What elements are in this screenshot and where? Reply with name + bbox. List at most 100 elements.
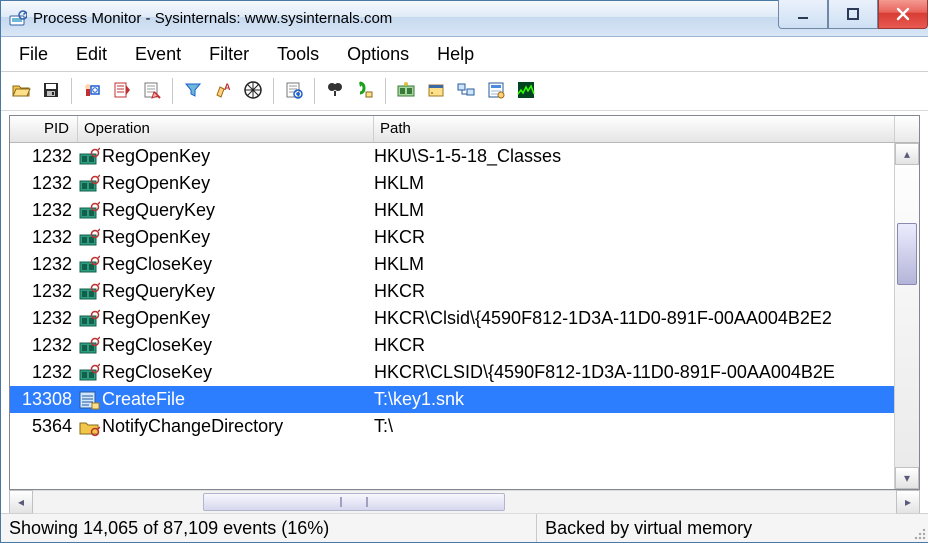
scroll-right-button[interactable]: ▸ <box>896 490 920 514</box>
operation-label: RegQueryKey <box>102 197 215 224</box>
include-process-icon <box>284 80 304 103</box>
table-row[interactable]: 1232RegOpenKeyHKCR\Clsid\{4590F812-1D3A-… <box>10 305 894 332</box>
scroll-left-button[interactable]: ◂ <box>9 490 33 514</box>
filesystem-icon <box>426 80 446 103</box>
toolbar-highlight-button[interactable]: A <box>209 77 237 105</box>
table-row[interactable]: 1232RegOpenKeyHKCR <box>10 224 894 251</box>
titlebar[interactable]: Process Monitor - Sysinternals: www.sysi… <box>1 1 928 37</box>
registry-event-icon <box>78 173 100 195</box>
cell-operation: RegQueryKey <box>78 197 374 224</box>
table-row[interactable]: 1232RegOpenKeyHKLM <box>10 170 894 197</box>
cell-pid: 13308 <box>10 386 78 413</box>
menu-file[interactable]: File <box>5 40 62 69</box>
profiling-icon <box>516 80 536 103</box>
operation-label: RegCloseKey <box>102 251 212 278</box>
operation-label: CreateFile <box>102 386 185 413</box>
event-listview: PID Operation Path 1232 RegOpenKey HKU\S-1… <box>9 115 920 490</box>
cell-path: T:\key1.snk <box>374 386 894 413</box>
cell-operation: RegOpenKey <box>78 305 374 332</box>
table-row[interactable]: 1232RegCloseKeyHKCR <box>10 332 894 359</box>
toolbar-filter-button[interactable] <box>179 77 207 105</box>
toolbar-open-button[interactable] <box>7 77 35 105</box>
cell-pid: 1232 <box>10 170 78 197</box>
toolbar-include-process-button[interactable] <box>280 77 308 105</box>
cell-pid: 1232 <box>10 251 78 278</box>
filter-icon <box>183 80 203 103</box>
table-row[interactable]: 13308 CreateFile T:\key1.snk <box>10 386 894 413</box>
toolbar-capture-button[interactable] <box>78 77 106 105</box>
cell-operation: CreateFile <box>78 386 374 413</box>
maximize-button[interactable] <box>828 0 878 29</box>
cell-operation: RegOpenKey <box>78 170 374 197</box>
vertical-scroll-thumb[interactable] <box>897 223 917 285</box>
cell-pid: 1232 <box>10 143 78 170</box>
toolbar-show-network-button[interactable] <box>452 77 480 105</box>
table-row[interactable]: 5364NotifyChangeDirectoryT:\ <box>10 413 894 440</box>
menu-help[interactable]: Help <box>423 40 488 69</box>
toolbar-separator <box>385 78 386 104</box>
menu-filter[interactable]: Filter <box>195 40 263 69</box>
process-icon <box>486 80 506 103</box>
column-header-path[interactable]: Path <box>374 116 895 142</box>
registry-icon <box>396 80 416 103</box>
jump-to-icon <box>355 80 375 103</box>
table-row[interactable]: 1232 RegOpenKey HKU\S-1-5-18_Classes <box>10 143 894 170</box>
svg-text:A: A <box>224 82 231 92</box>
cell-operation: RegCloseKey <box>78 359 374 386</box>
cell-pid: 1232 <box>10 359 78 386</box>
find-icon <box>325 80 345 103</box>
menu-tools[interactable]: Tools <box>263 40 333 69</box>
toolbar-show-profiling-button[interactable] <box>512 77 540 105</box>
resize-gripper[interactable] <box>908 514 928 542</box>
scroll-down-button[interactable]: ▾ <box>895 467 919 489</box>
operation-label: RegOpenKey <box>102 143 210 170</box>
toolbar-show-filesystem-button[interactable] <box>422 77 450 105</box>
scroll-up-button[interactable]: ▴ <box>895 143 919 165</box>
toolbar-show-process-button[interactable] <box>482 77 510 105</box>
cell-operation: RegQueryKey <box>78 278 374 305</box>
cell-pid: 1232 <box>10 278 78 305</box>
toolbar-jump-to-button[interactable] <box>351 77 379 105</box>
horizontal-scroll-track[interactable] <box>33 490 896 514</box>
minimize-button[interactable] <box>778 0 828 29</box>
table-row[interactable]: 1232 RegQueryKey HKCR <box>10 278 894 305</box>
operation-label: RegOpenKey <box>102 305 210 332</box>
autoscroll-icon <box>112 80 132 103</box>
registry-event-icon <box>78 308 100 330</box>
operation-label: RegOpenKey <box>102 170 210 197</box>
event-rows[interactable]: 1232RegOpenKeyHKU\S-1-5-18_Classes1232Re… <box>10 143 894 489</box>
column-header-pid[interactable]: PID <box>10 116 78 142</box>
menu-options[interactable]: Options <box>333 40 423 69</box>
menu-edit[interactable]: Edit <box>62 40 121 69</box>
operation-label: RegCloseKey <box>102 332 212 359</box>
column-headers: PID Operation Path <box>10 116 919 143</box>
header-corner <box>895 116 919 142</box>
cell-pid: 1232 <box>10 197 78 224</box>
toolbar-separator <box>172 78 173 104</box>
table-row[interactable]: 1232RegCloseKeyHKLM <box>10 251 894 278</box>
vertical-scrollbar[interactable]: ▴ ▾ <box>894 143 919 489</box>
close-button[interactable] <box>878 0 928 29</box>
operation-label: RegQueryKey <box>102 278 215 305</box>
cell-path: HKU\S-1-5-18_Classes <box>374 143 894 170</box>
toolbar-process-tree-button[interactable] <box>239 77 267 105</box>
cell-path: HKCR <box>374 278 894 305</box>
horizontal-scrollbar[interactable]: ◂ ▸ <box>9 490 920 513</box>
column-header-operation[interactable]: Operation <box>78 116 374 142</box>
registry-event-icon <box>78 254 100 276</box>
horizontal-scroll-thumb[interactable] <box>203 493 505 511</box>
toolbar-clear-button[interactable] <box>138 77 166 105</box>
menu-event[interactable]: Event <box>121 40 195 69</box>
toolbar-autoscroll-button[interactable] <box>108 77 136 105</box>
menubar: FileEditEventFilterToolsOptionsHelp <box>1 37 928 72</box>
table-row[interactable]: 1232RegQueryKeyHKLM <box>10 197 894 224</box>
capture-icon <box>82 80 102 103</box>
toolbar-save-button[interactable] <box>37 77 65 105</box>
toolbar-show-registry-button[interactable] <box>392 77 420 105</box>
toolbar-separator <box>314 78 315 104</box>
table-row[interactable]: 1232RegCloseKeyHKCR\CLSID\{4590F812-1D3A… <box>10 359 894 386</box>
cell-path: T:\ <box>374 413 894 440</box>
toolbar-find-button[interactable] <box>321 77 349 105</box>
cell-path: HKCR\CLSID\{4590F812-1D3A-11D0-891F-00AA… <box>374 359 894 386</box>
highlight-icon: A <box>213 80 233 103</box>
